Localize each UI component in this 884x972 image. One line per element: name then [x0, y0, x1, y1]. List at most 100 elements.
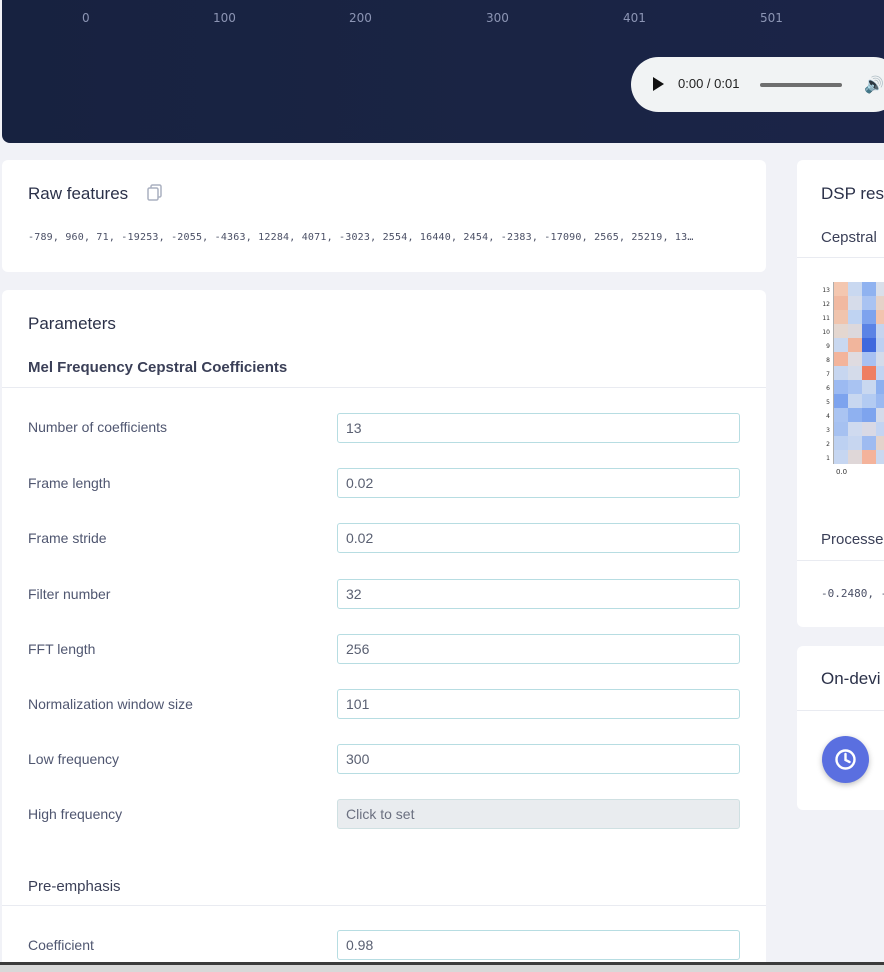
heatmap-cell — [848, 282, 862, 296]
heatmap-cell — [876, 436, 884, 450]
pre-emphasis-title: Pre-emphasis — [28, 878, 121, 895]
heatmap-cell — [876, 352, 884, 366]
heatmap-cell — [876, 394, 884, 408]
audio-player[interactable]: 0:00 / 0:01 🔊 — [631, 57, 884, 112]
divider — [2, 387, 766, 388]
heatmap-y-tick: 7 — [826, 371, 830, 378]
fft-length-input[interactable]: 256 — [337, 634, 740, 664]
heatmap-y-tick: 1 — [826, 455, 830, 462]
cepstral-title: Cepstral — [821, 229, 877, 246]
divider — [797, 257, 884, 258]
heatmap-cell — [862, 296, 876, 310]
bottom-scrollbar[interactable] — [0, 962, 884, 972]
audio-seek-bar[interactable] — [760, 83, 842, 87]
heatmap-cell — [862, 324, 876, 338]
heatmap-cell — [876, 380, 884, 394]
heatmap-cell — [834, 450, 848, 464]
frame-stride-input[interactable]: 0.02 — [337, 523, 740, 553]
processed-values: -0.2480, - — [821, 587, 884, 600]
play-icon[interactable] — [653, 77, 664, 91]
heatmap-y-tick: 11 — [822, 315, 830, 322]
heatmap-y-tick: 8 — [826, 357, 830, 364]
heatmap-cell — [876, 450, 884, 464]
normalization-window-input[interactable]: 101 — [337, 689, 740, 719]
parameters-title: Parameters — [28, 314, 116, 333]
heatmap-cell — [862, 366, 876, 380]
heatmap-cell — [848, 324, 862, 338]
raw-features-card — [2, 160, 766, 272]
heatmap-cell — [862, 380, 876, 394]
divider — [797, 560, 884, 561]
heatmap-cell — [848, 422, 862, 436]
frame-length-label: Frame length — [28, 475, 111, 491]
heatmap-cell — [848, 366, 862, 380]
heatmap-y-tick: 13 — [822, 287, 830, 294]
heatmap-cell — [834, 310, 848, 324]
cepstral-heatmap: 13 12 11 10 9 8 7 6 5 4 3 2 1 0.0 — [822, 282, 884, 476]
heatmap-y-tick: 5 — [826, 399, 830, 406]
mfcc-section-title: Mel Frequency Cepstral Coefficients — [28, 359, 288, 376]
heatmap-cell — [862, 394, 876, 408]
heatmap-y-tick: 10 — [822, 329, 830, 336]
heatmap-cell — [834, 296, 848, 310]
heatmap-cell — [834, 282, 848, 296]
num-coefficients-label: Number of coefficients — [28, 419, 168, 435]
heatmap-cell — [848, 394, 862, 408]
heatmap-cell — [848, 408, 862, 422]
heatmap-cell — [862, 282, 876, 296]
high-frequency-input[interactable]: Click to set — [337, 799, 740, 829]
divider — [797, 710, 884, 711]
heatmap-cell — [834, 436, 848, 450]
heatmap-cell — [834, 324, 848, 338]
heatmap-y-tick: 9 — [826, 343, 830, 350]
heatmap-cell — [848, 338, 862, 352]
heatmap-cell — [834, 380, 848, 394]
heatmap-y-tick: 6 — [826, 385, 830, 392]
frame-stride-label: Frame stride — [28, 530, 107, 546]
heatmap-cell — [848, 450, 862, 464]
normalization-window-label: Normalization window size — [28, 696, 193, 712]
heatmap-cell — [876, 310, 884, 324]
on-device-title: On-devi — [821, 669, 881, 688]
heatmap-cell — [876, 422, 884, 436]
heatmap-y-tick: 2 — [826, 441, 830, 448]
heatmap-cell — [834, 422, 848, 436]
x-tick: 0 — [82, 11, 90, 25]
coefficient-input[interactable]: 0.98 — [337, 930, 740, 960]
filter-number-label: Filter number — [28, 586, 111, 602]
heatmap-cell — [862, 310, 876, 324]
x-tick: 100 — [213, 11, 236, 25]
fft-length-label: FFT length — [28, 641, 96, 657]
audio-time: 0:00 / 0:01 — [678, 76, 740, 91]
processed-title: Processe — [821, 531, 884, 548]
heatmap-cell — [876, 338, 884, 352]
heatmap-cell — [834, 394, 848, 408]
heatmap-cell — [862, 422, 876, 436]
heatmap-cell — [834, 338, 848, 352]
num-coefficients-input[interactable]: 13 — [337, 413, 740, 443]
heatmap-y-tick: 4 — [826, 413, 830, 420]
low-frequency-label: Low frequency — [28, 751, 120, 767]
history-button[interactable] — [822, 736, 869, 783]
x-tick: 501 — [760, 11, 783, 25]
coefficient-label: Coefficient — [28, 937, 94, 953]
heatmap-cell — [862, 450, 876, 464]
heatmap-cell — [834, 366, 848, 380]
dsp-result-title: DSP res — [821, 184, 884, 203]
heatmap-cell — [876, 296, 884, 310]
heatmap-cell — [876, 408, 884, 422]
x-tick: 200 — [349, 11, 372, 25]
copy-icon[interactable] — [147, 184, 162, 201]
filter-number-input[interactable]: 32 — [337, 579, 740, 609]
heatmap-cell — [848, 380, 862, 394]
frame-length-input[interactable]: 0.02 — [337, 468, 740, 498]
low-frequency-input[interactable]: 300 — [337, 744, 740, 774]
heatmap-cell — [862, 338, 876, 352]
heatmap-y-tick: 3 — [826, 427, 830, 434]
heatmap-cell — [848, 352, 862, 366]
heatmap-cell — [848, 436, 862, 450]
divider — [2, 905, 766, 906]
heatmap-cell — [862, 352, 876, 366]
volume-icon[interactable]: 🔊 — [864, 75, 884, 95]
x-tick: 300 — [486, 11, 509, 25]
